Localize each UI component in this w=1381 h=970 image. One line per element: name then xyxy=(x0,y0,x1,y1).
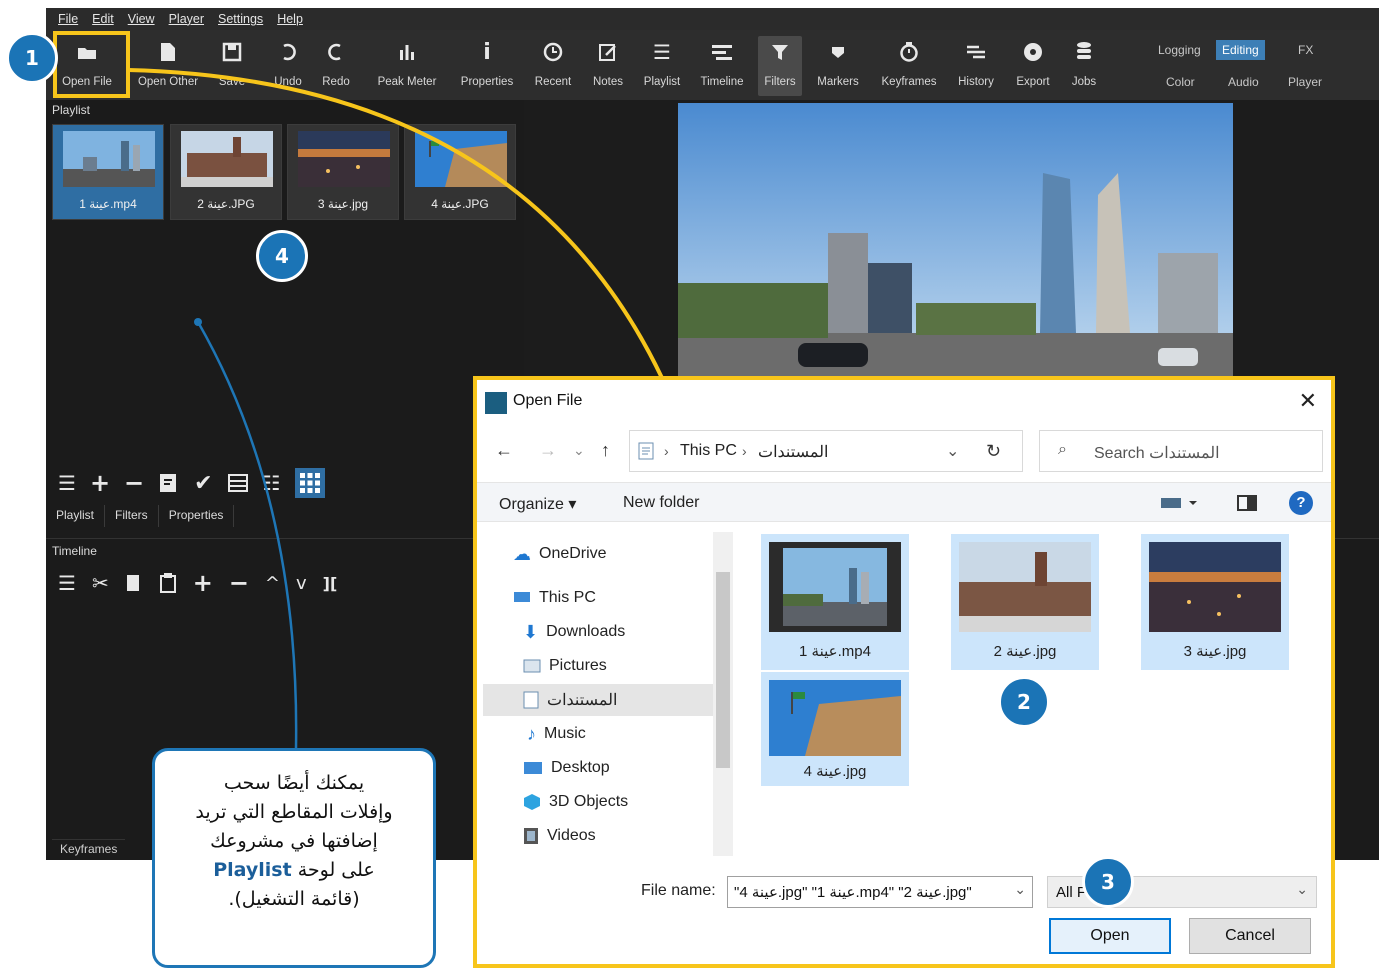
callout-line: إضافتها في مشروعك xyxy=(210,830,378,852)
blue-connector xyxy=(196,321,298,749)
callout-bold: Playlist xyxy=(213,859,292,881)
step-badge: 3 xyxy=(1082,856,1134,908)
callout-line: (قائمة التشغيل). xyxy=(228,888,360,910)
yellow-connector xyxy=(127,68,664,379)
step-badge: 1 xyxy=(6,32,58,84)
callout-note: يمكنك أيضًا سحب وإفلات المقاطع التي تريد… xyxy=(152,748,436,968)
connector-dot xyxy=(194,318,202,326)
step-badge: 4 xyxy=(256,230,308,282)
highlight-box xyxy=(53,31,130,98)
callout-text: على لوحة xyxy=(297,859,375,881)
callout-line: على لوحة Playlist xyxy=(155,856,433,885)
callout-line: يمكنك أيضًا سحب xyxy=(223,772,365,794)
callout-line: وإفلات المقاطع التي تريد xyxy=(195,801,393,823)
step-badge: 2 xyxy=(998,676,1050,728)
